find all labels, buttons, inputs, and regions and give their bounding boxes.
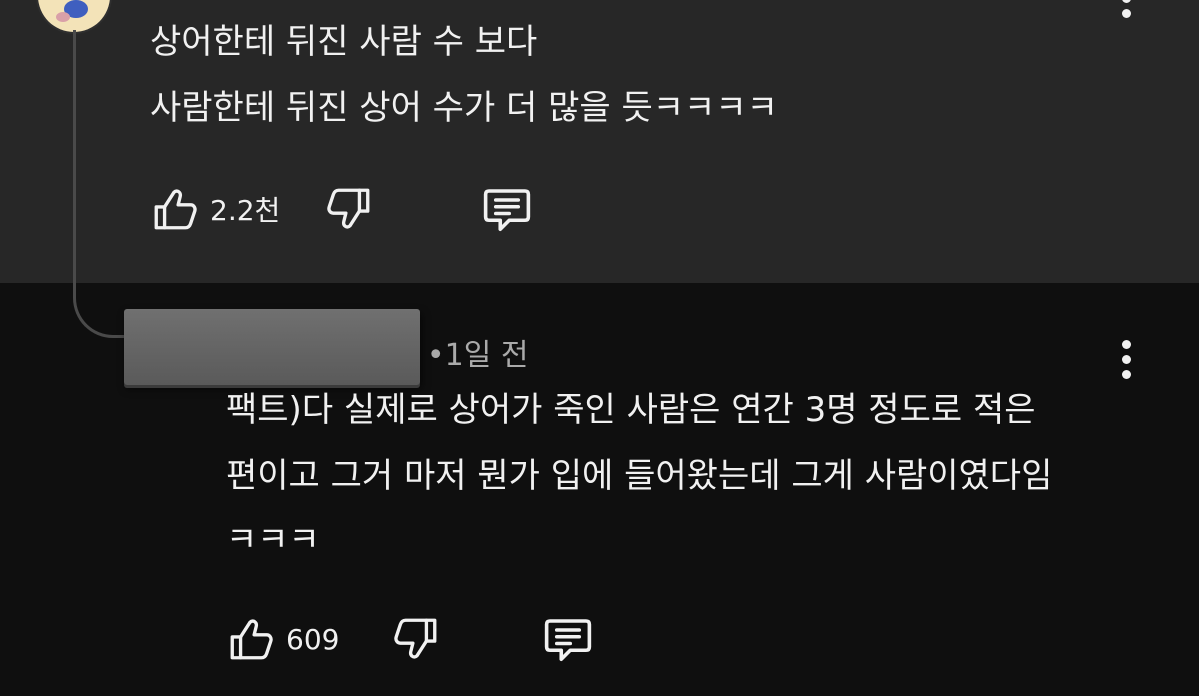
reply-line: 팩트)다 실제로 상어가 죽인 사람은 연간 3명 정도로 적은	[226, 390, 1036, 430]
more-options-icon[interactable]	[1122, 340, 1131, 385]
reply-line: 편이고 그거 마저 뭔가 입에 들어왔는데 그게 사람이였다임	[226, 456, 1053, 496]
reply-time: 1일 전	[444, 338, 529, 373]
parent-action-bar: 2.2천	[150, 182, 534, 236]
meta-separator: •	[426, 338, 445, 373]
more-options-icon[interactable]	[1122, 0, 1131, 24]
reply-line: ㅋㅋㅋ	[226, 520, 320, 560]
parent-comment: 상어한테 뒤진 사람 수 보다 사람한테 뒤진 상어 수가 더 많을 듯ㅋㅋㅋㅋ…	[0, 0, 1199, 283]
reply-action-bar: 609	[226, 612, 595, 666]
reply-icon[interactable]	[480, 182, 534, 236]
like-icon[interactable]	[150, 184, 200, 234]
reply-icon[interactable]	[541, 612, 595, 666]
redacted-username	[124, 309, 420, 385]
like-count: 609	[286, 622, 340, 656]
comment-line: 상어한테 뒤진 사람 수 보다	[150, 22, 538, 62]
dislike-icon[interactable]	[324, 184, 374, 234]
like-count: 2.2천	[210, 194, 281, 227]
like-icon[interactable]	[226, 614, 276, 664]
dislike-icon[interactable]	[391, 614, 441, 664]
comment-line: 사람한테 뒤진 상어 수가 더 많을 듯ㅋㅋㅋㅋ	[150, 88, 778, 128]
thread-line	[73, 30, 76, 290]
avatar[interactable]	[38, 0, 110, 32]
